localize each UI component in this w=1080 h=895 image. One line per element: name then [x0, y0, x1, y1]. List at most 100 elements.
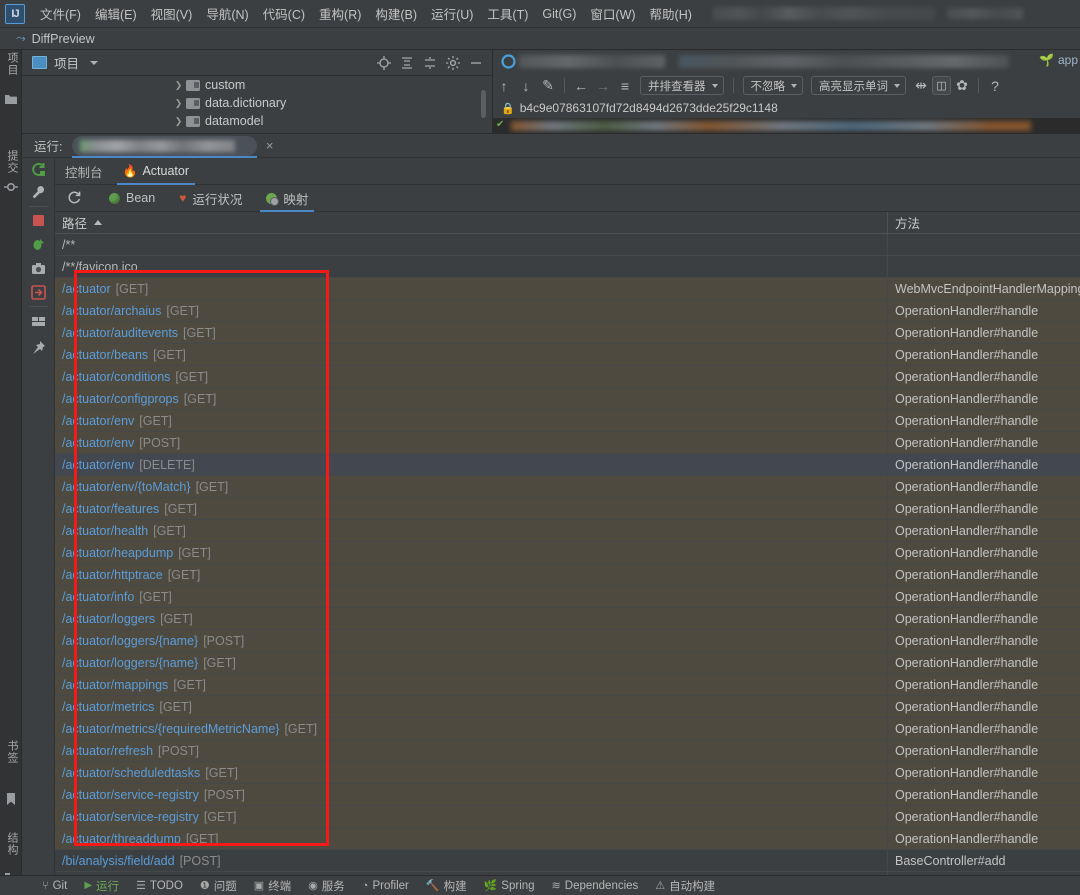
project-tree[interactable]: ❯ custom ❯ data.dictionary ❯ datamodel	[22, 76, 492, 133]
filter-health[interactable]: ♥ 运行状况	[167, 185, 254, 212]
status-build[interactable]: 🔨 构建	[426, 878, 467, 894]
table-row[interactable]: /actuator/auditevents [GET] OperationHandl…	[55, 321, 1080, 344]
project-tree-scrollbar[interactable]	[481, 90, 486, 118]
menu-view[interactable]: 视图(V)	[144, 1, 200, 26]
table-row[interactable]: /actuator/httptrace [GET] OperationHandler…	[55, 563, 1080, 586]
status-services[interactable]: ◉ 服务	[308, 878, 345, 894]
run-configuration-tab[interactable]: ×	[72, 135, 273, 158]
table-row[interactable]: /actuator/mappings [GET] OperationHandler#…	[55, 673, 1080, 696]
cell-path[interactable]: /actuator/threaddump [GET]	[55, 827, 888, 850]
table-row[interactable]: /actuator/features [GET] OperationHandler#…	[55, 497, 1080, 520]
path-link[interactable]: /actuator/httptrace	[62, 568, 163, 582]
diff-lines-icon[interactable]: ≡	[614, 78, 636, 94]
path-link[interactable]: /actuator/heapdump	[62, 546, 173, 560]
exit-soft-icon[interactable]	[31, 285, 46, 300]
path-link[interactable]: /actuator/service-registry	[62, 810, 199, 824]
cell-path[interactable]: /actuator/loggers/{name} [GET]	[55, 651, 888, 674]
viewer-mode-dropdown[interactable]: 并排查看器	[640, 76, 724, 95]
table-row[interactable]: /actuator/threaddump [GET] OperationHandle…	[55, 827, 1080, 850]
cell-path[interactable]: /actuator/scheduledtasks [GET]	[55, 761, 888, 784]
tree-item-data-dictionary[interactable]: ❯ data.dictionary	[22, 94, 492, 112]
menu-git[interactable]: Git(G)	[535, 4, 583, 24]
status-autobuild[interactable]: ⚠ 自动构建	[655, 878, 715, 894]
edit-source-icon[interactable]: ✎	[537, 77, 559, 94]
menu-tools[interactable]: 工具(T)	[480, 1, 535, 26]
collapse-unchanged-icon[interactable]: ⇹	[910, 77, 932, 94]
table-row[interactable]: /actuator/configprops [GET] OperationHandl…	[55, 387, 1080, 410]
chevron-right-icon[interactable]: ❯	[174, 98, 183, 109]
accept-right-icon[interactable]: →	[592, 78, 614, 94]
cell-path[interactable]: /actuator/health [GET]	[55, 519, 888, 542]
path-link[interactable]: /actuator/env	[62, 414, 134, 428]
table-row[interactable]: /actuator/env [DELETE] OperationHandler#ha…	[55, 453, 1080, 476]
next-difference-icon[interactable]: ↓	[515, 78, 537, 94]
menu-edit[interactable]: 编辑(E)	[88, 1, 144, 26]
table-row[interactable]: /actuator/loggers [GET] OperationHandler#h…	[55, 607, 1080, 630]
cell-path[interactable]: /actuator/env [GET]	[55, 409, 888, 432]
table-row[interactable]: /**	[55, 233, 1080, 256]
cell-path[interactable]: /actuator/service-registry [POST]	[55, 783, 888, 806]
mappings-table-body[interactable]: /** /**/favicon.ico/actuator [GET] WebMvcEn…	[55, 233, 1080, 882]
rerun-icon[interactable]	[31, 162, 46, 177]
path-link[interactable]: /actuator/threaddump	[62, 832, 181, 846]
bookmark-icon[interactable]	[4, 792, 18, 806]
table-row[interactable]: /actuator/conditions [GET] OperationHandle…	[55, 365, 1080, 388]
cell-path[interactable]: /**/favicon.ico	[55, 255, 888, 278]
path-link[interactable]: /actuator/scheduledtasks	[62, 766, 200, 780]
tab-actuator[interactable]: 🔥 Actuator	[113, 158, 200, 185]
collapse-all-icon[interactable]	[423, 56, 437, 70]
path-link[interactable]: /bi/analysis/field/add	[62, 854, 175, 868]
cell-path[interactable]: /actuator/auditevents [GET]	[55, 321, 888, 344]
table-row[interactable]: /actuator/heapdump [GET] OperationHandler#…	[55, 541, 1080, 564]
layout-icon[interactable]	[31, 314, 46, 329]
table-row[interactable]: /actuator/service-registry [POST] Operatio…	[55, 783, 1080, 806]
table-row[interactable]: /actuator [GET] WebMvcEndpointHandlerMappi…	[55, 277, 1080, 300]
path-link[interactable]: /actuator/archaius	[62, 304, 161, 318]
cell-path[interactable]: /actuator/service-registry [GET]	[55, 805, 888, 828]
gear-icon[interactable]	[446, 55, 460, 70]
camera-snapshot-icon[interactable]	[31, 261, 46, 276]
table-row[interactable]: /actuator/refresh [POST] OperationHandler#…	[55, 739, 1080, 762]
menu-help[interactable]: 帮助(H)	[643, 1, 699, 26]
cell-path[interactable]: /actuator/archaius [GET]	[55, 299, 888, 322]
path-link[interactable]: /actuator/refresh	[62, 744, 153, 758]
table-row[interactable]: /actuator/env/{toMatch} [GET] OperationHan…	[55, 475, 1080, 498]
path-link[interactable]: /actuator/env/{toMatch}	[62, 480, 191, 494]
menu-refactor[interactable]: 重构(R)	[312, 1, 368, 26]
chevron-right-icon[interactable]: ❯	[174, 80, 183, 91]
locate-file-icon[interactable]	[377, 55, 391, 70]
tool-tab-project[interactable]: 项目	[2, 52, 20, 76]
status-problems[interactable]: ❶ 问题	[200, 878, 237, 894]
path-link[interactable]: /actuator/loggers/{name}	[62, 634, 198, 648]
path-link[interactable]: /actuator/info	[62, 590, 134, 604]
status-profiler[interactable]: ◔ Profiler	[362, 880, 409, 892]
column-path[interactable]: 路径	[55, 212, 888, 233]
table-row[interactable]: /actuator/scheduledtasks [GET] OperationHa…	[55, 761, 1080, 784]
menu-run[interactable]: 运行(U)	[424, 1, 480, 26]
table-row[interactable]: /actuator/env [POST] OperationHandler#hand…	[55, 431, 1080, 454]
menu-window[interactable]: 窗口(W)	[583, 1, 642, 26]
table-row[interactable]: /**/favicon.ico	[55, 255, 1080, 278]
cell-path[interactable]: /**	[55, 233, 888, 256]
mappings-table[interactable]: 路径 方法 /** /**/favicon.ico/actuator [GET] We…	[55, 212, 1080, 882]
commit-node-icon[interactable]	[4, 180, 18, 194]
menu-navigate[interactable]: 导航(N)	[199, 1, 255, 26]
accept-left-icon[interactable]: ←	[570, 78, 592, 94]
tool-tab-commit[interactable]: 提交	[2, 150, 20, 174]
table-row[interactable]: /actuator/beans [GET] OperationHandler#han…	[55, 343, 1080, 366]
menu-code[interactable]: 代码(C)	[256, 1, 312, 26]
path-link[interactable]: /actuator/service-registry	[62, 788, 199, 802]
cell-path[interactable]: /bi/analysis/field/add [POST]	[55, 849, 888, 872]
refresh-icon[interactable]	[67, 190, 81, 207]
path-link[interactable]: /actuator/features	[62, 502, 159, 516]
close-icon[interactable]: ×	[266, 138, 274, 153]
cell-path[interactable]: /actuator/beans [GET]	[55, 343, 888, 366]
pin-icon[interactable]	[31, 340, 46, 355]
table-row[interactable]: /actuator/archaius [GET] OperationHandler#…	[55, 299, 1080, 322]
table-row[interactable]: /actuator/env [GET] OperationHandler#handl…	[55, 409, 1080, 432]
path-link[interactable]: /actuator/health	[62, 524, 148, 538]
cell-path[interactable]: /actuator/loggers [GET]	[55, 607, 888, 630]
cell-path[interactable]: /actuator/mappings [GET]	[55, 673, 888, 696]
cell-path[interactable]: /actuator/env [POST]	[55, 431, 888, 454]
path-link[interactable]: /actuator/auditevents	[62, 326, 178, 340]
